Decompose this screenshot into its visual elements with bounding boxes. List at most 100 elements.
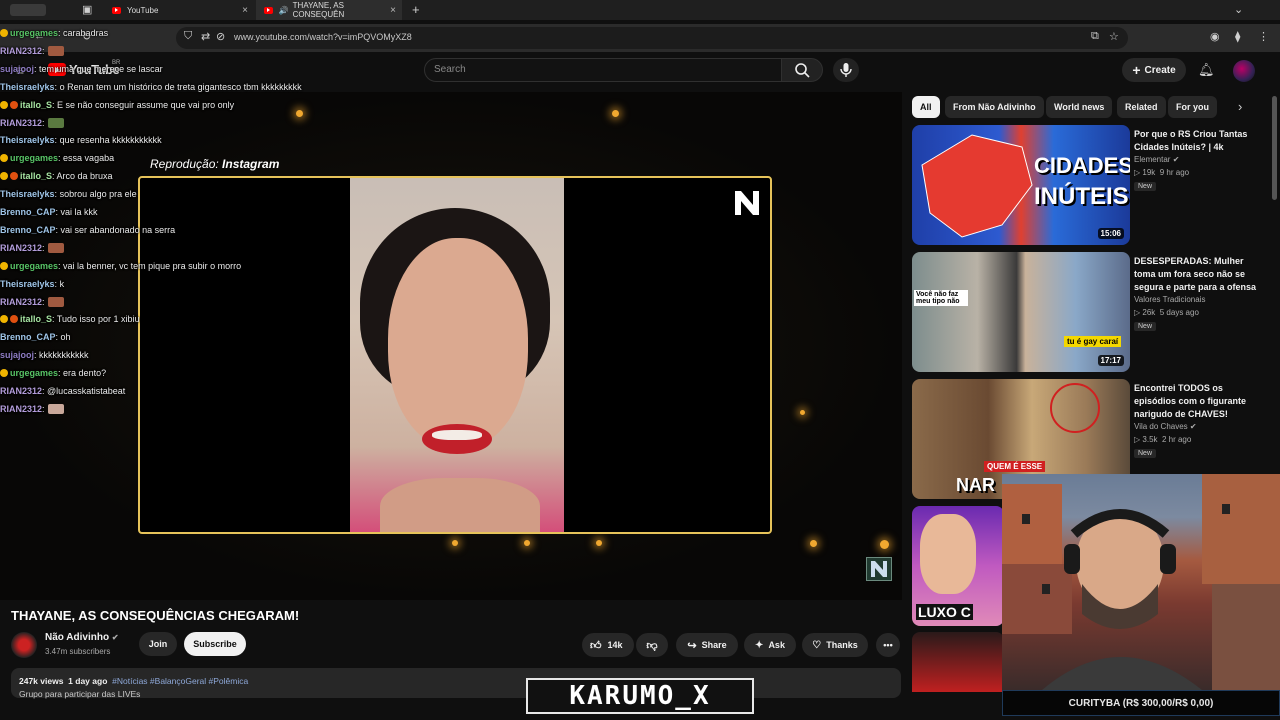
- more-actions-button[interactable]: •••: [876, 633, 900, 657]
- recommendation-title[interactable]: Por que o RS Criou Tantas Cidades Inútei…: [1134, 128, 1264, 154]
- extensions-icon[interactable]: ⧫: [1235, 30, 1240, 43]
- tab-list-chevron-icon[interactable]: ⌄: [1234, 3, 1243, 16]
- dislike-button[interactable]: 👎︎: [636, 633, 668, 657]
- tab-groups-icon[interactable]: ▣: [82, 3, 92, 16]
- channel-avatar[interactable]: [11, 632, 37, 658]
- chat-username: Theisraelyks: [0, 81, 55, 92]
- thumbs-down-icon: 👎︎: [646, 639, 658, 652]
- chips-next-chevron-icon[interactable]: ›: [1238, 99, 1242, 114]
- video-title: THAYANE, AS CONSEQUÊNCIAS CHEGARAM!: [11, 608, 300, 623]
- streamer-webcam: [1002, 474, 1280, 690]
- chat-message: sujajooj: kkkkkkkkkkk: [0, 350, 89, 360]
- chat-message: sujajooj: tem uma que merece se lascar: [0, 64, 163, 74]
- thumb-caption-2: NAR: [956, 475, 995, 495]
- picture-in-picture-icon[interactable]: ⧉: [1091, 30, 1099, 43]
- chip-related[interactable]: Related: [1117, 96, 1166, 118]
- tab-youtube[interactable]: YouTube ×: [104, 0, 254, 20]
- chip-for-you[interactable]: For you: [1168, 96, 1217, 118]
- chip-from-channel[interactable]: From Não Adivinho: [945, 96, 1044, 118]
- thumb-caption-2: INÚTEIS?: [1034, 183, 1130, 210]
- youtube-favicon-icon: [264, 6, 273, 14]
- speaker-icon: 🔊: [278, 5, 289, 15]
- scrollbar-thumb[interactable]: [1272, 96, 1277, 200]
- tracking-protection-icon[interactable]: ⊘: [216, 30, 225, 43]
- chat-text: E se não conseguir assume que vai pro on…: [57, 99, 235, 110]
- chat-emote-icon: [47, 45, 64, 56]
- channel-watermark-small-icon[interactable]: [866, 557, 892, 581]
- bokeh-light: [596, 540, 602, 546]
- account-icon[interactable]: ◉: [1210, 30, 1220, 43]
- recommendation-channel[interactable]: Elementar ✔: [1134, 155, 1179, 164]
- tab-current-video[interactable]: 🔊 THAYANE, AS CONSEQUÊN ×: [256, 0, 402, 20]
- translate-icon[interactable]: ⇄: [201, 30, 210, 43]
- site-info-icon[interactable]: ⛉: [184, 30, 192, 43]
- channel-name[interactable]: Não Adivinho ✔: [45, 632, 119, 643]
- chat-badge-icon: [10, 315, 18, 324]
- chat-message: RIAN2312:: [0, 117, 64, 128]
- bookmark-star-icon[interactable]: ☆: [1109, 30, 1119, 43]
- channel-text: Vila do Chaves: [1134, 422, 1188, 431]
- close-tab-icon[interactable]: ×: [242, 5, 248, 16]
- recommendation-channel[interactable]: Valores Tradicionais: [1134, 295, 1205, 304]
- chat-message: itallo_S: Arco da bruxa: [0, 171, 113, 181]
- hashtags[interactable]: #Notícias #BalançoGeral #Polêmica: [112, 676, 248, 686]
- bokeh-light: [524, 540, 530, 546]
- video-thumbnail[interactable]: CIDADES INÚTEIS? 15:06: [912, 125, 1130, 245]
- user-avatar[interactable]: [1233, 60, 1255, 82]
- tab-label: THAYANE, AS CONSEQUÊN: [292, 1, 345, 19]
- embedded-video-frame: [138, 176, 772, 534]
- chat-username: itallo_S: [20, 99, 53, 110]
- ask-button[interactable]: ✦ Ask: [744, 633, 796, 657]
- chip-world-news[interactable]: World news: [1046, 96, 1113, 118]
- subscribe-button[interactable]: Subscribe: [184, 632, 246, 656]
- recommendation-channel[interactable]: Vila do Chaves ✔: [1134, 422, 1197, 431]
- views-text: 19k: [1142, 168, 1156, 177]
- recommendation-title[interactable]: DESESPERADAS: Mulher toma um fora seco n…: [1134, 255, 1264, 294]
- upload-age: 1 day ago: [68, 676, 108, 686]
- chat-message: Theisraelyks: o Renan tem um histórico d…: [0, 82, 302, 92]
- notifications-bell-icon[interactable]: 🔔︎: [1198, 62, 1215, 78]
- url-text[interactable]: www.youtube.com/watch?v=imPQVOMyXZ8: [234, 32, 412, 42]
- description-first-line: Grupo para participar das LIVEs: [19, 689, 141, 699]
- chat-username: urgegames: [10, 28, 59, 38]
- chat-username: Brenno_CAP: [0, 207, 56, 217]
- sparkle-icon: ✦: [755, 639, 764, 651]
- menu-kebab-icon[interactable]: ⋮: [1258, 30, 1269, 43]
- recommendation-item[interactable]: CIDADES INÚTEIS? 15:06 Por que o RS Crio…: [912, 125, 1272, 245]
- recommendation-stats: ▷ 26k 5 days ago: [1134, 308, 1199, 317]
- recommendation-stats: ▷ 3.5k 2 hr ago: [1134, 435, 1191, 444]
- video-thumbnail[interactable]: Você não faz meu tipo não tu é gay caraí…: [912, 252, 1130, 372]
- source-caption: Reprodução: Instagram: [150, 157, 279, 171]
- chat-text: Tudo isso por 1 xibiu: [56, 314, 140, 325]
- new-tab-icon[interactable]: +: [412, 2, 420, 17]
- like-button[interactable]: 👍︎ 14k: [582, 633, 634, 657]
- age-text: 9 hr ago: [1159, 168, 1190, 177]
- chat-message: Brenno_CAP: vai la kkk: [0, 207, 98, 217]
- thanks-button[interactable]: ♡ Thanks: [802, 633, 868, 657]
- chat-badge-icon: [0, 100, 8, 109]
- recommendation-title[interactable]: Encontrei TODOS os episódios com o figur…: [1134, 382, 1264, 421]
- search-input[interactable]: [424, 58, 782, 82]
- join-button[interactable]: Join: [139, 632, 177, 656]
- chip-all[interactable]: All: [912, 96, 940, 118]
- description-meta: 247k views 1 day ago #Notícias #BalançoG…: [19, 676, 248, 686]
- create-button[interactable]: + Create: [1122, 58, 1186, 82]
- new-badge: New: [1134, 182, 1157, 191]
- chat-text: tem uma que merece se lascar: [39, 63, 163, 74]
- voice-search-button[interactable]: [833, 58, 859, 82]
- share-button[interactable]: ↪ Share: [676, 633, 738, 657]
- thumb-caption-2: tu é gay caraí: [1064, 336, 1122, 347]
- recommendation-thumbnail-partial[interactable]: [912, 632, 1004, 692]
- recommendation-item[interactable]: Você não faz meu tipo não tu é gay caraí…: [912, 252, 1272, 372]
- close-tab-icon[interactable]: ×: [390, 5, 396, 16]
- highlight-circle: [1050, 383, 1100, 433]
- search-button[interactable]: [781, 58, 823, 82]
- subscriber-count: 3.47m subscribers: [45, 647, 111, 656]
- chat-text: que resenha kkkkkkkkkkk: [59, 135, 162, 146]
- chat-username: Theisraelyks: [0, 189, 55, 200]
- video-thumbnail[interactable]: LUXO C: [912, 506, 1004, 626]
- new-badge: New: [1134, 449, 1157, 458]
- chat-badge-icon: [0, 261, 8, 270]
- tab-overview-button[interactable]: [10, 4, 46, 16]
- chat-badge-icon: [0, 172, 8, 181]
